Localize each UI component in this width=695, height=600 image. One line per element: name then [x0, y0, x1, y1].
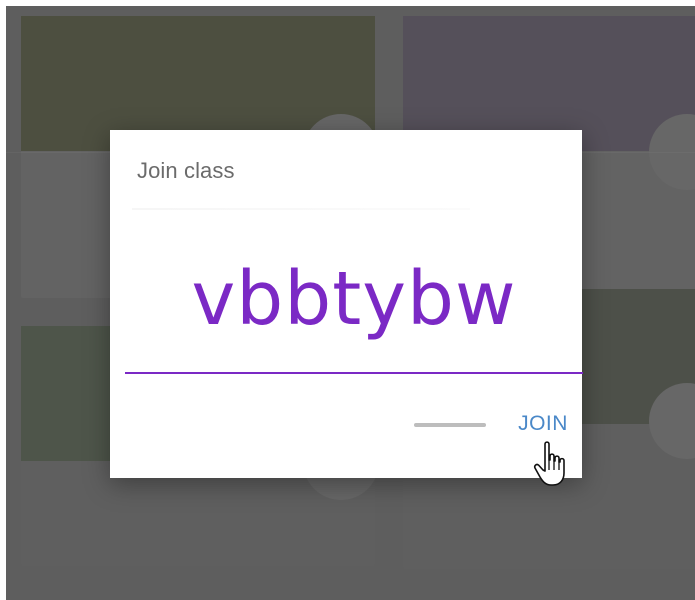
class-code-field[interactable]: vbbtybw: [125, 230, 583, 374]
hand-cursor-icon: [533, 441, 565, 486]
join-button[interactable]: JOIN: [507, 406, 579, 442]
class-code-input[interactable]: vbbtybw: [125, 254, 583, 344]
join-class-dialog: Join class vbbtybw JOIN: [110, 130, 583, 478]
title-divider: [132, 208, 470, 210]
class-code-underline: [125, 372, 583, 374]
dialog-title: Join class: [137, 158, 235, 183]
cancel-button[interactable]: [410, 405, 492, 441]
cancel-button-label: [414, 423, 486, 427]
